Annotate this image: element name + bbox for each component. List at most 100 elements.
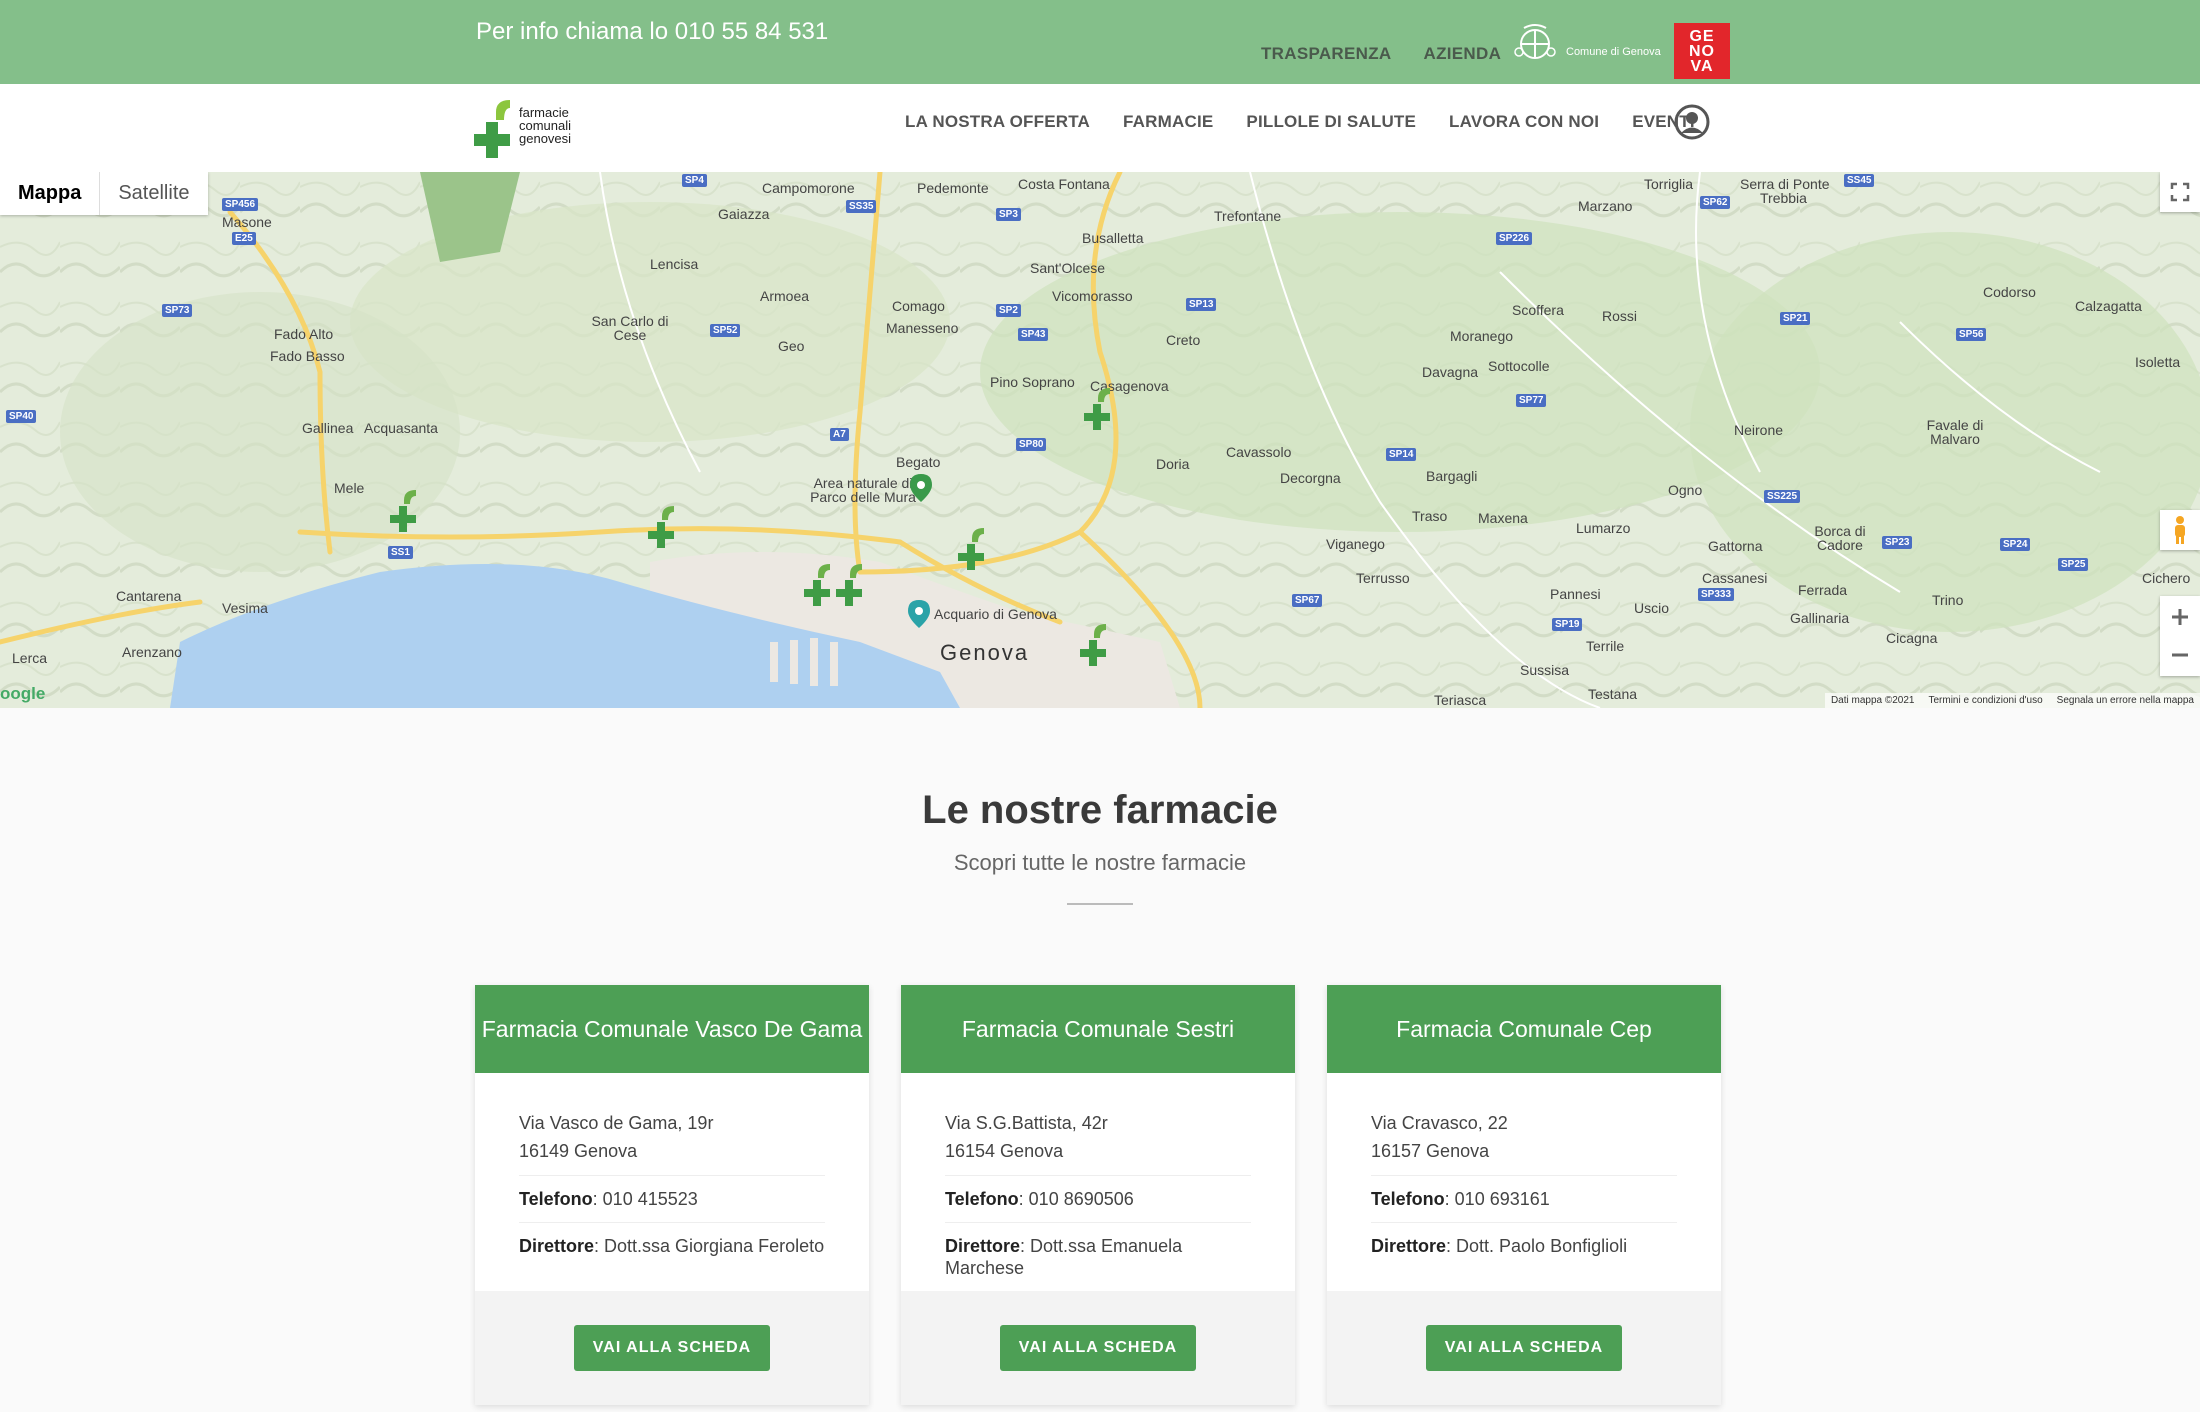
place-label: Trino xyxy=(1932,592,1964,608)
place-label: Traso xyxy=(1412,508,1448,524)
pharmacy-address: Via S.G.Battista, 42r 16154 Genova xyxy=(945,1109,1251,1176)
info-phone-text: Per info chiama lo 010 55 84 531 xyxy=(476,18,829,45)
road-shield: SP77 xyxy=(1516,394,1547,407)
address-line-2: 16157 Genova xyxy=(1371,1141,1490,1161)
place-label: Maxena xyxy=(1478,510,1528,526)
place-label: Gallinaria xyxy=(1790,610,1850,626)
zoom-out-icon[interactable] xyxy=(2170,645,2190,665)
aquarium-poi-icon[interactable] xyxy=(908,600,930,628)
place-label: Fado Alto xyxy=(274,326,334,342)
place-label: Cassanesi xyxy=(1702,570,1768,586)
pharmacy-card-body: Via Cravasco, 22 16157 Genova Telefono: … xyxy=(1327,1073,1721,1269)
place-label: Campomorone xyxy=(762,180,855,196)
map-report-error-link[interactable]: Segnala un errore nella mappa xyxy=(2057,695,2194,706)
phone-value: : 010 8690506 xyxy=(1018,1189,1134,1209)
place-label: Cantarena xyxy=(116,588,182,604)
place-label: Testana xyxy=(1588,686,1638,702)
vai-alla-scheda-button[interactable]: VAI ALLA SCHEDA xyxy=(573,1325,771,1371)
pharmacy-card-title[interactable]: Farmacia Comunale Cep xyxy=(1327,985,1721,1073)
place-label: San Carlo di Cese xyxy=(591,313,669,343)
road-shield: SP226 xyxy=(1496,232,1533,245)
pharmacies-map[interactable]: Campomorone Pedemonte Costa Fontana Torr… xyxy=(0,172,2200,708)
nav-item-farmacie[interactable]: FARMACIE xyxy=(1123,112,1213,132)
road-shield: SP21 xyxy=(1780,312,1811,325)
place-label: Acquario di Genova xyxy=(934,606,1057,622)
road-shield: SP14 xyxy=(1386,448,1417,461)
comune-crest-icon xyxy=(1514,24,1556,59)
road-shield: SS225 xyxy=(1764,490,1801,503)
street-view-button[interactable] xyxy=(2160,510,2200,550)
comune-genova-logo[interactable]: Comune di Genova xyxy=(1510,22,1661,66)
place-label: Rossi xyxy=(1602,308,1638,324)
place-label: Area naturale di Parco delle Mura xyxy=(810,475,916,505)
place-label: Manesseno xyxy=(886,320,959,336)
vai-alla-scheda-button[interactable]: VAI ALLA SCHEDA xyxy=(1425,1325,1623,1371)
nav-item-pillole[interactable]: PILLOLE DI SALUTE xyxy=(1246,112,1416,132)
genova-logo[interactable]: GE NO VA xyxy=(1674,23,1730,79)
road-shield: SP333 xyxy=(1698,588,1735,601)
comune-label: Comune di Genova xyxy=(1566,46,1661,58)
road-shield: SS45 xyxy=(1844,174,1875,187)
place-label: Ferrada xyxy=(1798,582,1848,598)
road-shield: SS35 xyxy=(846,200,877,213)
director-label: Direttore xyxy=(1371,1236,1447,1256)
road-shield: SP43 xyxy=(1018,328,1049,341)
pharmacy-phone: Telefono: 010 693161 xyxy=(1371,1176,1677,1223)
road-shield: SS1 xyxy=(388,546,413,559)
user-account-icon[interactable] xyxy=(1674,104,1710,140)
place-label: Masone xyxy=(222,214,272,230)
place-label: Pino Soprano xyxy=(990,374,1075,390)
road-shield: SP3 xyxy=(996,208,1021,221)
place-label: Torriglia xyxy=(1644,176,1694,192)
azienda-link[interactable]: AZIENDA xyxy=(1424,44,1502,64)
place-label: Armoea xyxy=(760,288,810,304)
place-label: Uscio xyxy=(1634,600,1670,616)
place-label: Vicomorasso xyxy=(1052,288,1133,304)
park-poi-icon[interactable] xyxy=(910,474,932,502)
phone-label: Telefono xyxy=(1371,1189,1445,1209)
vai-alla-scheda-button[interactable]: VAI ALLA SCHEDA xyxy=(999,1325,1197,1371)
place-label: Pedemonte xyxy=(917,180,989,196)
zoom-in-icon[interactable] xyxy=(2170,607,2190,627)
pharmacy-pin-icon[interactable] xyxy=(954,526,994,572)
place-label: Begato xyxy=(896,454,941,470)
pharmacy-director: Direttore: Dott.ssa Emanuela Marchese xyxy=(945,1223,1251,1291)
director-value: : Dott.ssa Giorgiana Feroleto xyxy=(594,1236,825,1256)
nav-item-offerta[interactable]: LA NOSTRA OFFERTA xyxy=(905,112,1090,132)
place-label: Sottocolle xyxy=(1488,358,1550,374)
place-label: Comago xyxy=(892,298,945,314)
place-label: Busalletta xyxy=(1082,230,1144,246)
phone-value: : 010 415523 xyxy=(592,1189,698,1209)
pharmacy-pin-icon[interactable] xyxy=(832,562,872,608)
pharmacy-pin-icon[interactable] xyxy=(386,488,426,534)
place-label: Fado Basso xyxy=(270,348,345,364)
brand-logo[interactable]: farmacie comunali genovesi xyxy=(474,98,584,162)
director-value: : Dott. Paolo Bonfiglioli xyxy=(1446,1236,1628,1256)
pharmacy-card-title[interactable]: Farmacia Comunale Sestri xyxy=(901,985,1295,1073)
pharmacy-pin-icon[interactable] xyxy=(644,504,684,550)
place-label: Calzagatta xyxy=(2075,298,2142,314)
pharmacy-card: Farmacia Comunale Cep Via Cravasco, 22 1… xyxy=(1327,985,1721,1405)
place-label: Cichero xyxy=(2142,570,2191,586)
pharmacy-card-footer: VAI ALLA SCHEDA xyxy=(1327,1291,1721,1405)
road-shield: SP52 xyxy=(710,324,741,337)
pharmacy-pin-icon[interactable] xyxy=(1080,386,1120,432)
nav-item-lavora[interactable]: LAVORA CON NOI xyxy=(1449,112,1599,132)
pharmacy-card-footer: VAI ALLA SCHEDA xyxy=(475,1291,869,1405)
place-label: Terrusso xyxy=(1356,570,1410,586)
pharmacy-address: Via Cravasco, 22 16157 Genova xyxy=(1371,1109,1677,1176)
trasparenza-link[interactable]: TRASPARENZA xyxy=(1261,44,1392,64)
address-line-1: Via Cravasco, 22 xyxy=(1371,1113,1508,1133)
place-label: Gaiazza xyxy=(718,206,770,222)
address-line-2: 16149 Genova xyxy=(519,1141,638,1161)
pharmacy-card-title[interactable]: Farmacia Comunale Vasco De Gama xyxy=(475,985,869,1073)
map-terms-link[interactable]: Termini e condizioni d'uso xyxy=(1928,695,2042,706)
pharmacy-pin-icon[interactable] xyxy=(1076,622,1116,668)
map-tab-mappa[interactable]: Mappa xyxy=(0,172,99,215)
fullscreen-button[interactable] xyxy=(2160,172,2200,212)
place-label: Moranego xyxy=(1450,328,1514,344)
pegman-icon xyxy=(2175,516,2185,544)
phone-label: Telefono xyxy=(945,1189,1019,1209)
place-label: Teriasca xyxy=(1434,692,1487,708)
map-tab-satellite[interactable]: Satellite xyxy=(99,172,207,215)
